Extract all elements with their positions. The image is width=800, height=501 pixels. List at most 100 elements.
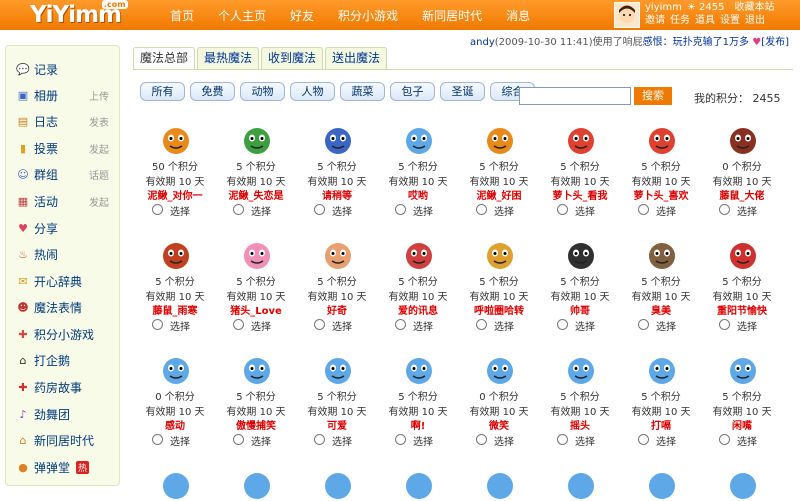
magic-emoticon-icon[interactable] [565, 354, 597, 386]
sidebar-item-9[interactable]: ☻ 魔法表情 [16, 299, 82, 315]
nav-messages[interactable]: 消息 [506, 7, 530, 24]
magic-emoticon-icon[interactable] [565, 239, 597, 271]
select-radio[interactable] [152, 204, 163, 215]
magic-emoticon-icon[interactable] [322, 239, 354, 271]
sidebar-item-7[interactable]: ♨ 热闹 [16, 246, 58, 262]
feed-item-link[interactable]: 感恨 [643, 37, 663, 48]
select-radio[interactable] [395, 204, 406, 215]
sidebar-item-3[interactable]: ▮ 投票 发起 [16, 140, 109, 156]
feed-user-link[interactable]: andy [470, 37, 495, 48]
select-radio[interactable] [557, 319, 568, 330]
tasks-link[interactable]: 任务 [670, 15, 690, 26]
magic-emoticon-icon[interactable] [403, 354, 435, 386]
item-name[interactable]: 微笑 [459, 417, 539, 432]
sidebar-item-1[interactable]: ▣ 相册 上传 [16, 87, 109, 103]
publish-link[interactable]: [发布] [761, 37, 789, 48]
item-name[interactable]: 请稍等 [297, 187, 377, 202]
sidebar-item-action[interactable]: 上传 [89, 88, 109, 103]
select-radio[interactable] [719, 319, 730, 330]
item-name[interactable]: 摇头 [540, 417, 620, 432]
select-radio[interactable] [638, 204, 649, 215]
magic-emoticon-icon[interactable] [241, 239, 273, 271]
select-radio[interactable] [476, 204, 487, 215]
magic-emoticon-icon[interactable] [727, 354, 759, 386]
select-radio[interactable] [314, 204, 325, 215]
tab-magic-hq[interactable]: 魔法总部 [133, 47, 196, 69]
item-name[interactable]: 泥鳅_对你一 [135, 187, 215, 202]
magic-emoticon-icon[interactable] [403, 124, 435, 156]
item-name[interactable]: 重阳节愉快 [702, 302, 782, 317]
item-name[interactable]: 好奇 [297, 302, 377, 317]
sidebar-item-8[interactable]: ✉ 开心辞典 [16, 273, 82, 289]
item-name[interactable]: 啊! [378, 417, 458, 432]
magic-emoticon-icon[interactable] [565, 469, 597, 501]
item-name[interactable]: 臭美 [621, 302, 701, 317]
sidebar-item-action[interactable]: 话题 [89, 167, 109, 182]
select-radio[interactable] [314, 319, 325, 330]
logout-link[interactable]: 退出 [745, 15, 765, 26]
category-free-button[interactable]: 免费 [190, 82, 235, 101]
sidebar-item-13[interactable]: ♪ 劲舞团 [16, 406, 70, 422]
magic-emoticon-icon[interactable] [484, 354, 516, 386]
magic-emoticon-icon[interactable] [484, 239, 516, 271]
item-name[interactable]: 打嗝 [621, 417, 701, 432]
magic-emoticon-icon[interactable] [727, 124, 759, 156]
tab-received-magic[interactable]: 收到魔法 [261, 47, 324, 69]
magic-emoticon-icon[interactable] [565, 124, 597, 156]
sidebar-item-action[interactable]: 发起 [89, 194, 109, 209]
magic-emoticon-icon[interactable] [160, 124, 192, 156]
item-name[interactable]: 藤鼠_雨寒 [135, 302, 215, 317]
item-name[interactable]: 帅哥 [540, 302, 620, 317]
nav-cohabit[interactable]: 新同居时代 [422, 7, 482, 24]
select-radio[interactable] [638, 319, 649, 330]
magic-emoticon-icon[interactable] [241, 354, 273, 386]
magic-emoticon-icon[interactable] [241, 469, 273, 501]
select-radio[interactable] [152, 434, 163, 445]
nav-home[interactable]: 首页 [170, 7, 194, 24]
category-people-button[interactable]: 人物 [290, 82, 335, 101]
sidebar-item-12[interactable]: ✚ 药房故事 [16, 379, 82, 395]
magic-emoticon-icon[interactable] [646, 239, 678, 271]
bookmark-link[interactable]: 收藏本站 [734, 2, 774, 13]
sidebar-item-6[interactable]: ♥ 分享 [16, 220, 58, 236]
sidebar-item-action[interactable]: 发表 [89, 114, 109, 129]
select-radio[interactable] [233, 204, 244, 215]
magic-emoticon-icon[interactable] [160, 354, 192, 386]
invite-link[interactable]: 邀请 [645, 15, 665, 26]
item-name[interactable]: 爱的讯息 [378, 302, 458, 317]
select-radio[interactable] [395, 319, 406, 330]
select-radio[interactable] [233, 319, 244, 330]
item-name[interactable]: 闲嘴 [702, 417, 782, 432]
sidebar-item-5[interactable]: ▦ 活动 发起 [16, 193, 109, 209]
select-radio[interactable] [314, 434, 325, 445]
sidebar-item-2[interactable]: ▤ 日志 发表 [16, 113, 109, 129]
sidebar-item-14[interactable]: ⌂ 新同居时代 [16, 432, 95, 448]
category-vegetables-button[interactable]: 蔬菜 [340, 82, 385, 101]
settings-link[interactable]: 设置 [720, 15, 740, 26]
select-radio[interactable] [719, 434, 730, 445]
nav-my-page[interactable]: 个人主页 [218, 7, 266, 24]
sidebar-item-4[interactable]: ☺ 群组 话题 [16, 166, 109, 182]
item-name[interactable]: 感动 [135, 417, 215, 432]
select-radio[interactable] [233, 434, 244, 445]
username-link[interactable]: yiyimm [645, 2, 682, 13]
select-radio[interactable] [476, 434, 487, 445]
nav-friends[interactable]: 好友 [290, 7, 314, 24]
select-radio[interactable] [719, 204, 730, 215]
magic-emoticon-icon[interactable] [160, 239, 192, 271]
select-radio[interactable] [395, 434, 406, 445]
item-name[interactable]: 泥鳅_好困 [459, 187, 539, 202]
sidebar-item-0[interactable]: 💬 记录 [16, 61, 58, 77]
sidebar-item-10[interactable]: ✚ 积分小游戏 [16, 326, 94, 342]
magic-emoticon-icon[interactable] [484, 469, 516, 501]
category-christmas-button[interactable]: 圣诞 [440, 82, 485, 101]
magic-emoticon-icon[interactable] [322, 124, 354, 156]
feed-message-link[interactable]: ：玩扑克输了1万多 [663, 37, 749, 48]
tab-sent-magic[interactable]: 送出魔法 [325, 47, 388, 69]
item-name[interactable]: 傲慢捕笑 [216, 417, 296, 432]
item-name[interactable]: 呼啦圈哈转 [459, 302, 539, 317]
user-avatar[interactable] [614, 2, 640, 28]
magic-emoticon-icon[interactable] [322, 469, 354, 501]
magic-emoticon-icon[interactable] [322, 354, 354, 386]
select-radio[interactable] [152, 319, 163, 330]
